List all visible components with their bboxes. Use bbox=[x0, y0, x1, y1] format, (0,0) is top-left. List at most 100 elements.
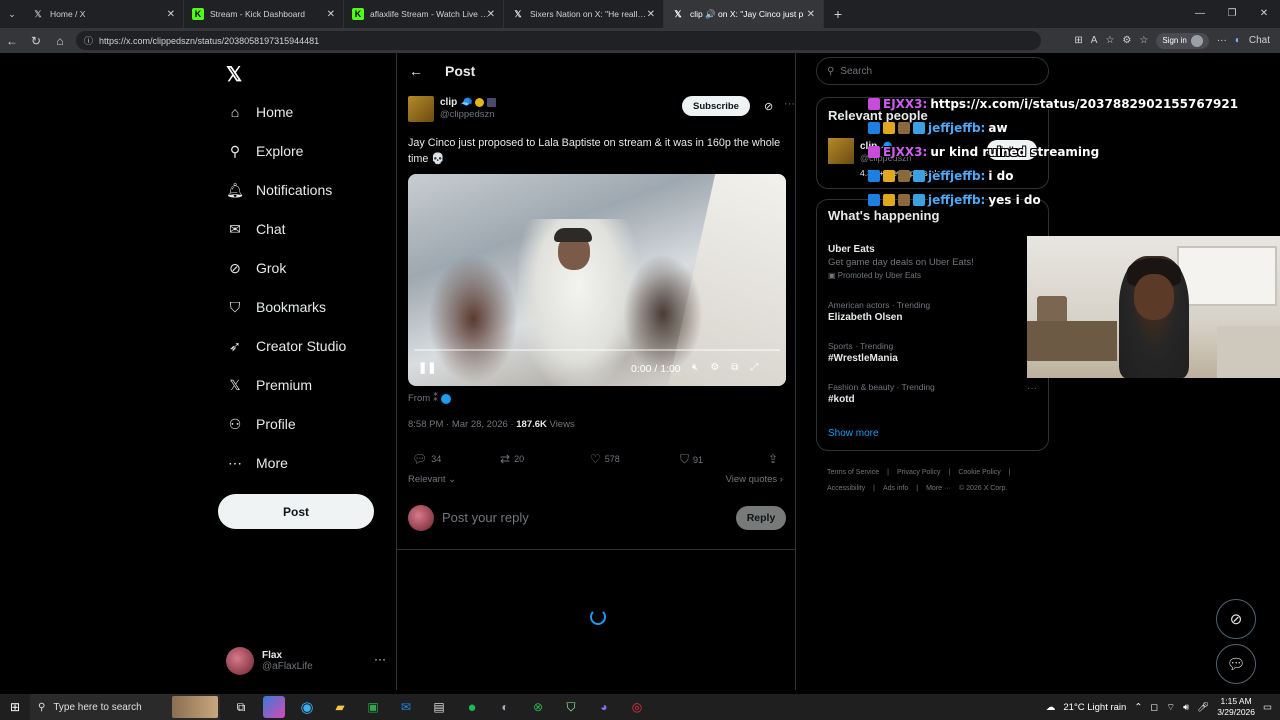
footer-link[interactable]: More ··· bbox=[926, 485, 951, 492]
notepad-icon[interactable]: ▤ bbox=[428, 696, 450, 718]
reply-action[interactable]: 💬︎ 34 bbox=[412, 452, 441, 466]
back-icon[interactable]: ← bbox=[0, 34, 24, 48]
back-arrow-icon[interactable]: ← bbox=[409, 63, 423, 79]
close-icon[interactable]: ✕ bbox=[167, 9, 175, 20]
extensions-icon[interactable]: ⚙ bbox=[1122, 35, 1131, 46]
browser-tab[interactable]: K aflaxlife Stream - Watch Live on Kick … bbox=[344, 0, 504, 28]
reply-input[interactable]: Post your reply bbox=[442, 510, 529, 525]
home-icon[interactable]: ⌂ bbox=[48, 34, 72, 48]
trend-item[interactable]: Uber Eats Get game day deals on Uber Eat… bbox=[828, 242, 1038, 280]
site-info-icon[interactable]: ⓘ bbox=[84, 34, 93, 47]
apps-icon[interactable]: ⊞ bbox=[1074, 35, 1082, 46]
repost-action[interactable]: ⇄ 20 bbox=[500, 452, 524, 466]
copilot-icon[interactable]: ◐ bbox=[1235, 35, 1241, 46]
footer-link[interactable]: Privacy Policy bbox=[897, 469, 941, 476]
taskbar-search-input[interactable]: ⚲ Type here to search bbox=[30, 694, 220, 720]
reply-sort-dropdown[interactable]: Relevant ⌄ bbox=[408, 474, 456, 485]
favorite-star-icon[interactable]: ☆ bbox=[1105, 35, 1114, 46]
pip-icon[interactable]: ⧉ bbox=[731, 362, 738, 373]
microphone-icon[interactable]: 🎤︎ bbox=[1197, 702, 1209, 713]
x-logo-icon[interactable]: 𝕏 bbox=[226, 62, 242, 87]
video-scrubber[interactable] bbox=[414, 349, 780, 351]
author-avatar[interactable] bbox=[408, 96, 434, 122]
menu-dots-icon[interactable]: ··· bbox=[1217, 35, 1227, 46]
volume-icon[interactable]: 🔊︎ bbox=[1183, 702, 1189, 713]
edge-browser-icon[interactable]: ◉ bbox=[296, 696, 318, 718]
footer-link[interactable]: Ads info bbox=[883, 485, 908, 492]
from-line[interactable]: From ⁑ bbox=[408, 393, 451, 404]
shield-icon[interactable]: ⛉ bbox=[560, 696, 582, 718]
spotify-icon[interactable]: ● bbox=[461, 696, 483, 718]
xbox-icon[interactable]: ⊗ bbox=[527, 696, 549, 718]
sidebar-item-premium[interactable]: 𝕏 Premium bbox=[226, 373, 312, 397]
browser-tab[interactable]: 𝕏 Sixers Nation on X: "He really could ✕ bbox=[504, 0, 664, 28]
post-timestamp[interactable]: 8:58 PM · Mar 28, 2026 · bbox=[408, 419, 516, 430]
grok-float-button[interactable]: ⊘ bbox=[1216, 599, 1256, 639]
trend-item[interactable]: American actors · Trending Elizabeth Ols… bbox=[828, 300, 1038, 323]
sidebar-item-grok[interactable]: ⊘ Grok bbox=[226, 256, 286, 280]
mute-icon[interactable]: 🔇︎ bbox=[692, 362, 698, 373]
weather-text[interactable]: 21°C Light rain bbox=[1063, 702, 1126, 713]
file-explorer-icon[interactable]: ▰ bbox=[329, 696, 351, 718]
new-tab-button[interactable]: + bbox=[824, 6, 852, 22]
refresh-icon[interactable]: ↻ bbox=[24, 34, 48, 48]
mail-icon[interactable]: ✉ bbox=[395, 696, 417, 718]
discord-icon[interactable]: ◕ bbox=[593, 696, 615, 718]
copilot-icon[interactable] bbox=[263, 696, 285, 718]
task-view-icon[interactable]: ⧉ bbox=[230, 696, 252, 718]
obs-icon[interactable]: ◎ bbox=[626, 696, 648, 718]
video-player[interactable]: ❚❚ 0:00 / 1:00 🔇︎ ⚙ ⧉ ⤢ bbox=[408, 174, 786, 386]
more-icon[interactable]: ··· bbox=[1027, 383, 1037, 394]
like-action[interactable]: ♡ 578 bbox=[590, 452, 620, 466]
tray-icon[interactable]: ◻ bbox=[1150, 702, 1158, 713]
minimize-icon[interactable]: — bbox=[1184, 0, 1216, 28]
close-icon[interactable]: ✕ bbox=[487, 9, 495, 20]
url-bar[interactable]: ⓘ https://x.com/clippedszn/status/203805… bbox=[76, 31, 1041, 50]
sidebar-item-bookmarks[interactable]: ⛉ Bookmarks bbox=[226, 295, 326, 319]
browser-tab[interactable]: K Stream - Kick Dashboard ✕ bbox=[184, 0, 344, 28]
clock[interactable]: 1:15 AM 3/29/2026 bbox=[1217, 696, 1255, 718]
sidebar-item-chat[interactable]: ✉ Chat bbox=[226, 217, 285, 241]
account-switcher[interactable]: Flax @aFlaxLife ··· bbox=[226, 646, 386, 676]
sidebar-item-explore[interactable]: ⚲ Explore bbox=[226, 139, 304, 163]
browser-tab[interactable]: 𝕏 Home / X ✕ bbox=[24, 0, 184, 28]
sidebar-item-notifications[interactable]: 🔔︎ Notifications bbox=[226, 178, 332, 202]
close-window-icon[interactable]: ✕ bbox=[1248, 0, 1280, 28]
sidebar-item-creator-studio[interactable]: ➶ Creator Studio bbox=[226, 334, 346, 358]
post-button[interactable]: Post bbox=[218, 494, 374, 529]
author-name-row[interactable]: clip 🧢 bbox=[440, 97, 497, 108]
search-input[interactable]: ⚲ Search bbox=[816, 57, 1049, 85]
app-icon[interactable]: ◐ bbox=[494, 696, 516, 718]
notifications-icon[interactable]: ▭ bbox=[1263, 702, 1272, 713]
grok-icon[interactable]: ⊘ bbox=[764, 100, 773, 113]
fullscreen-icon[interactable]: ⤢ bbox=[750, 362, 758, 373]
messages-float-button[interactable]: 💬︎ bbox=[1216, 644, 1256, 684]
copilot-chat-label[interactable]: Chat bbox=[1249, 35, 1270, 46]
subscribe-button[interactable]: Subscribe bbox=[682, 96, 750, 116]
close-icon[interactable]: ✕ bbox=[647, 9, 655, 20]
trend-item[interactable]: Sports · Trending #WrestleMania bbox=[828, 341, 1038, 364]
pause-icon[interactable]: ❚❚ bbox=[418, 361, 436, 374]
favorites-icon[interactable]: ☆ bbox=[1139, 35, 1148, 46]
browser-tab-active[interactable]: 𝕏 clip 🔊 on X: "Jay Cinco just p ✕ bbox=[664, 0, 824, 28]
footer-link[interactable]: Accessibility bbox=[827, 485, 865, 492]
weather-icon[interactable]: ☁ bbox=[1046, 702, 1056, 713]
restore-icon[interactable]: ❐ bbox=[1216, 0, 1248, 28]
settings-icon[interactable]: ⚙ bbox=[710, 362, 719, 373]
sidebar-item-home[interactable]: ⌂ Home bbox=[226, 100, 294, 124]
network-icon[interactable]: ⌔ bbox=[1166, 702, 1175, 713]
trend-item[interactable]: Fashion & beauty · Trending #kotd bbox=[828, 382, 1038, 405]
windows-start-icon[interactable]: ⊞ bbox=[0, 700, 30, 714]
share-action[interactable]: ⇪ bbox=[768, 452, 778, 466]
close-icon[interactable]: ✕ bbox=[807, 9, 815, 20]
close-icon[interactable]: ✕ bbox=[327, 9, 335, 20]
sidebar-item-profile[interactable]: ⚇ Profile bbox=[226, 412, 296, 436]
view-quotes-link[interactable]: View quotes › bbox=[726, 474, 783, 485]
read-aloud-icon[interactable]: A bbox=[1091, 35, 1098, 46]
sign-in-button[interactable]: Sign in bbox=[1156, 32, 1209, 49]
footer-link[interactable]: Terms of Service bbox=[827, 469, 879, 476]
store-icon[interactable]: ▣ bbox=[362, 696, 384, 718]
bookmark-action[interactable]: ⛉ 91 bbox=[680, 452, 703, 467]
more-icon[interactable]: ··· bbox=[374, 652, 386, 666]
show-more-link[interactable]: Show more bbox=[828, 428, 879, 439]
